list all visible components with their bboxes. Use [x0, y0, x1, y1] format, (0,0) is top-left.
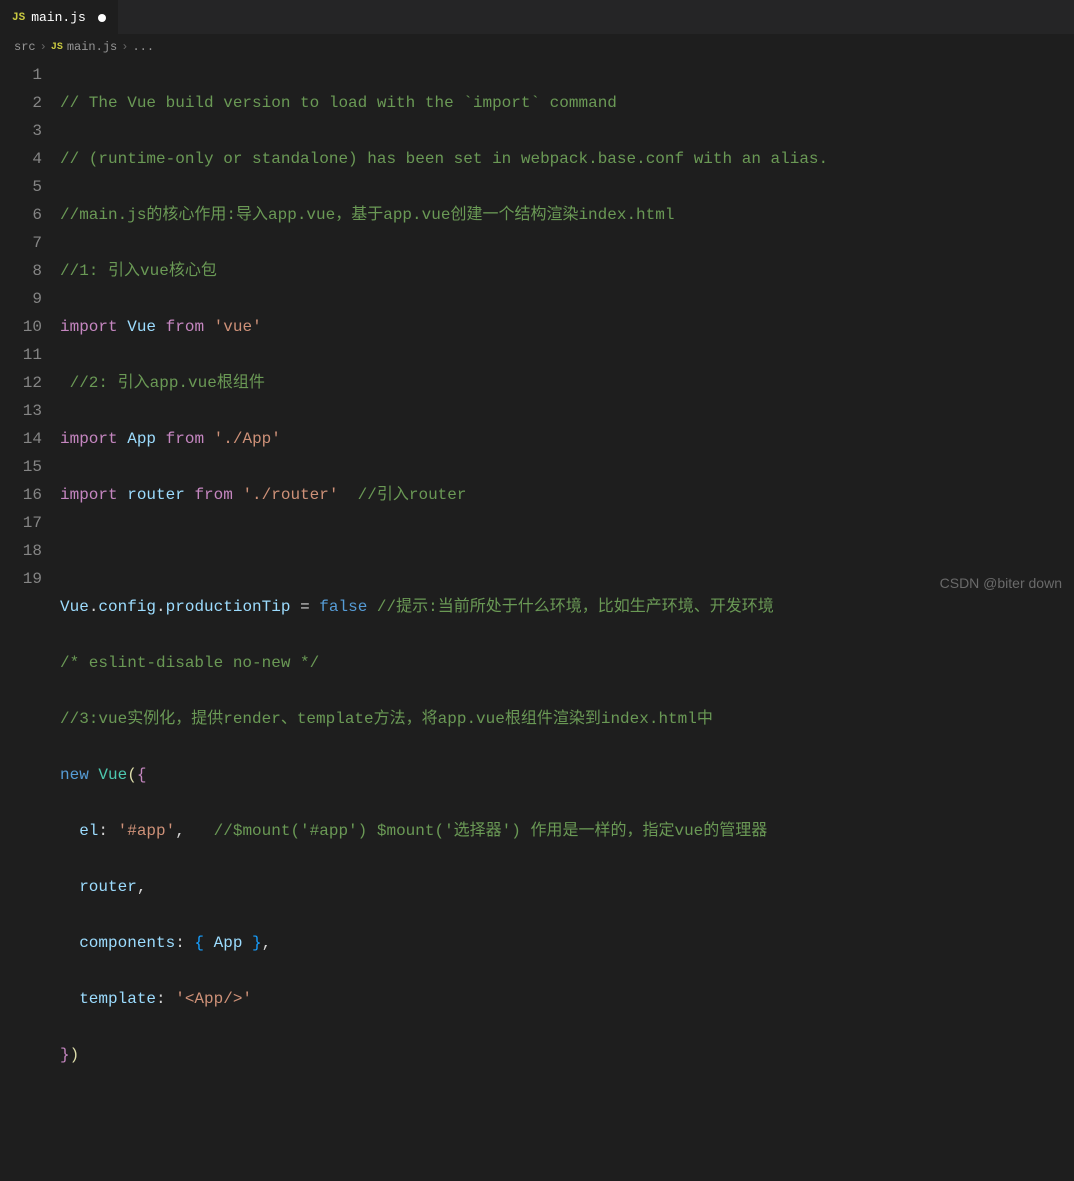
keyword: import — [60, 318, 118, 336]
line-number: 10 — [0, 313, 42, 341]
line-number: 7 — [0, 229, 42, 257]
comment: //2: 引入app.vue根组件 — [60, 374, 265, 392]
line-number: 18 — [0, 537, 42, 565]
line-number: 17 — [0, 509, 42, 537]
line-number: 6 — [0, 201, 42, 229]
comment: //main.js的核心作用:导入app.vue，基于app.vue创建一个结构… — [60, 206, 674, 224]
line-number: 4 — [0, 145, 42, 173]
boolean: false — [319, 598, 367, 616]
keyword: from — [166, 430, 204, 448]
breadcrumb-item[interactable]: src — [14, 40, 36, 54]
unsaved-dot-icon — [98, 14, 106, 22]
line-number: 13 — [0, 397, 42, 425]
line-number: 3 — [0, 117, 42, 145]
keyword: new — [60, 766, 89, 784]
string: '<App/>' — [175, 990, 252, 1008]
property: el — [79, 822, 98, 840]
watermark: CSDN @biter down — [940, 575, 1062, 591]
property: components — [79, 934, 175, 952]
chevron-right-icon: › — [121, 40, 128, 54]
keyword: import — [60, 430, 118, 448]
brace: } — [60, 1046, 70, 1064]
comment: //提示:当前所处于什么环境，比如生产环境、开发环境 — [367, 598, 773, 616]
property: router — [79, 878, 137, 896]
punctuation: : — [175, 934, 194, 952]
string: '#app' — [118, 822, 176, 840]
comment: //$mount('#app') $mount('选择器') 作用是一样的，指定… — [185, 822, 767, 840]
class-name: Vue — [98, 766, 127, 784]
comment: //3:vue实例化，提供render、template方法，将app.vue根… — [60, 710, 713, 728]
line-number: 11 — [0, 341, 42, 369]
js-file-icon: JS — [51, 42, 63, 53]
punctuation: : — [98, 822, 117, 840]
line-number: 12 — [0, 369, 42, 397]
identifier: Vue — [127, 318, 156, 336]
identifier: Vue — [60, 598, 89, 616]
breadcrumb[interactable]: src › JS main.js › ... — [0, 35, 1074, 59]
code-content[interactable]: // The Vue build version to load with th… — [60, 61, 1074, 1181]
property: template — [79, 990, 156, 1008]
paren: ( — [127, 766, 137, 784]
identifier: productionTip — [166, 598, 291, 616]
code-editor[interactable]: 1 2 3 4 5 6 7 8 9 10 11 12 13 14 15 16 1… — [0, 59, 1074, 1181]
tab-main-js[interactable]: JS main.js — [0, 0, 118, 35]
line-number: 9 — [0, 285, 42, 313]
line-number: 14 — [0, 425, 42, 453]
identifier: router — [127, 486, 185, 504]
tab-filename: main.js — [31, 10, 86, 25]
keyword: from — [166, 318, 204, 336]
brace: { — [194, 934, 213, 952]
operator: = — [290, 598, 319, 616]
line-number: 2 — [0, 89, 42, 117]
keyword: from — [194, 486, 232, 504]
keyword: import — [60, 486, 118, 504]
punctuation: : — [156, 990, 175, 1008]
identifier: config — [98, 598, 156, 616]
punctuation: , — [137, 878, 147, 896]
line-number: 15 — [0, 453, 42, 481]
line-number: 5 — [0, 173, 42, 201]
punctuation: , — [175, 822, 185, 840]
line-number: 8 — [0, 257, 42, 285]
identifier: App — [214, 934, 243, 952]
js-file-icon: JS — [12, 12, 25, 24]
tab-bar: JS main.js — [0, 0, 1074, 35]
comment: // The Vue build version to load with th… — [60, 94, 617, 112]
identifier: App — [127, 430, 156, 448]
line-number: 19 — [0, 565, 42, 593]
breadcrumb-item[interactable]: ... — [132, 40, 154, 54]
string: 'vue' — [214, 318, 262, 336]
chevron-right-icon: › — [40, 40, 47, 54]
string: './router' — [242, 486, 338, 504]
string: './App' — [214, 430, 281, 448]
brace: } — [242, 934, 261, 952]
line-number-gutter: 1 2 3 4 5 6 7 8 9 10 11 12 13 14 15 16 1… — [0, 61, 60, 1181]
brace: { — [137, 766, 147, 784]
comment: // (runtime-only or standalone) has been… — [60, 150, 828, 168]
paren: ) — [70, 1046, 80, 1064]
comment: //引入router — [338, 486, 466, 504]
breadcrumb-item[interactable]: main.js — [67, 40, 117, 54]
punctuation: . — [156, 598, 166, 616]
line-number: 1 — [0, 61, 42, 89]
punctuation: . — [89, 598, 99, 616]
punctuation: , — [262, 934, 272, 952]
line-number: 16 — [0, 481, 42, 509]
comment: //1: 引入vue核心包 — [60, 262, 217, 280]
comment: /* eslint-disable no-new */ — [60, 654, 319, 672]
